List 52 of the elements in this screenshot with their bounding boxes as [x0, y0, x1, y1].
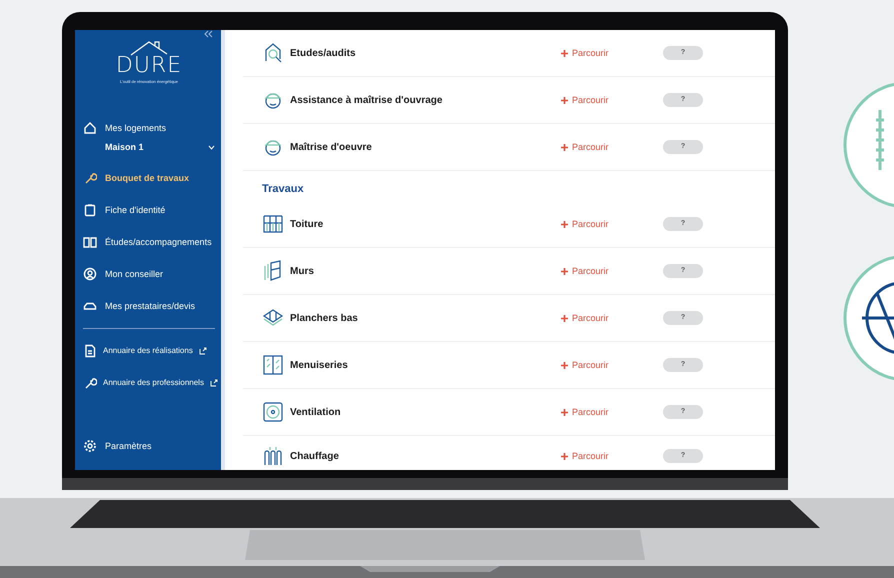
plus-icon [561, 268, 568, 274]
settings-icon [83, 439, 97, 453]
category-label: Planchers bas [290, 312, 359, 324]
chevron-down-icon [208, 144, 215, 150]
sidebar-item[interactable]: Études/accompagnements [83, 226, 215, 258]
plus-icon [561, 96, 568, 104]
browse-link[interactable]: Parcourir [561, 95, 657, 105]
house-roof-icon [129, 40, 169, 56]
sidebar-item[interactable]: Fiche d'identité [83, 194, 215, 226]
document-icon [83, 344, 97, 358]
category-label: Chauffage [290, 450, 340, 462]
plus-icon [561, 362, 568, 368]
logo-text: DURE [116, 56, 182, 76]
sidebar-item[interactable]: Annuaire des professionnels [83, 367, 215, 399]
radiator-icon [262, 445, 284, 467]
fan-icon [262, 401, 284, 423]
category-label: Toiture [290, 218, 324, 230]
category-label: Menuiseries [290, 360, 349, 370]
plus-icon [561, 50, 568, 56]
browse-link[interactable]: Parcourir [561, 266, 657, 276]
sidebar-item[interactable]: Mes prestataires/devis [83, 290, 215, 322]
plus-icon [561, 220, 568, 228]
plus-icon [561, 314, 568, 322]
roof-tiles-icon [262, 213, 284, 235]
browse-link[interactable]: Parcourir [561, 313, 657, 323]
category-label: Murs [290, 266, 315, 276]
book-icon [83, 235, 97, 249]
plus-icon [561, 408, 568, 416]
sidebar-item[interactable]: Mon conseiller [83, 258, 215, 290]
sidebar-item[interactable]: Paramètres [83, 430, 215, 462]
browse-link[interactable]: Parcourir [561, 360, 657, 370]
category-label: Maîtrise d'oeuvre [290, 142, 373, 152]
sidebar-item[interactable]: Bouquet de travaux [83, 162, 215, 194]
category-label: Ventilation [290, 406, 342, 418]
browse-link[interactable]: Parcourir [561, 451, 657, 461]
category-label: Assistance à maîtrise d'ouvrage [290, 94, 444, 106]
category-label: Etudes/audits [290, 48, 357, 58]
collapse-icon[interactable] [203, 30, 213, 38]
browse-link[interactable]: Parcourir [561, 142, 657, 152]
browse-link[interactable]: Parcourir [561, 48, 657, 58]
home-icon [83, 121, 97, 135]
wrench-icon [83, 171, 97, 185]
clipboard-icon [83, 203, 97, 217]
section-heading: Travaux [261, 182, 305, 197]
plus-icon [561, 452, 568, 460]
plus-icon [561, 144, 568, 150]
window-icon [262, 354, 284, 376]
sidebar-item[interactable]: Annuaire des réalisations [83, 335, 215, 367]
user-circle-icon [83, 267, 97, 281]
browse-link[interactable]: Parcourir [561, 407, 657, 417]
browse-link[interactable]: Parcourir [561, 219, 657, 229]
wrench-icon [83, 376, 97, 390]
